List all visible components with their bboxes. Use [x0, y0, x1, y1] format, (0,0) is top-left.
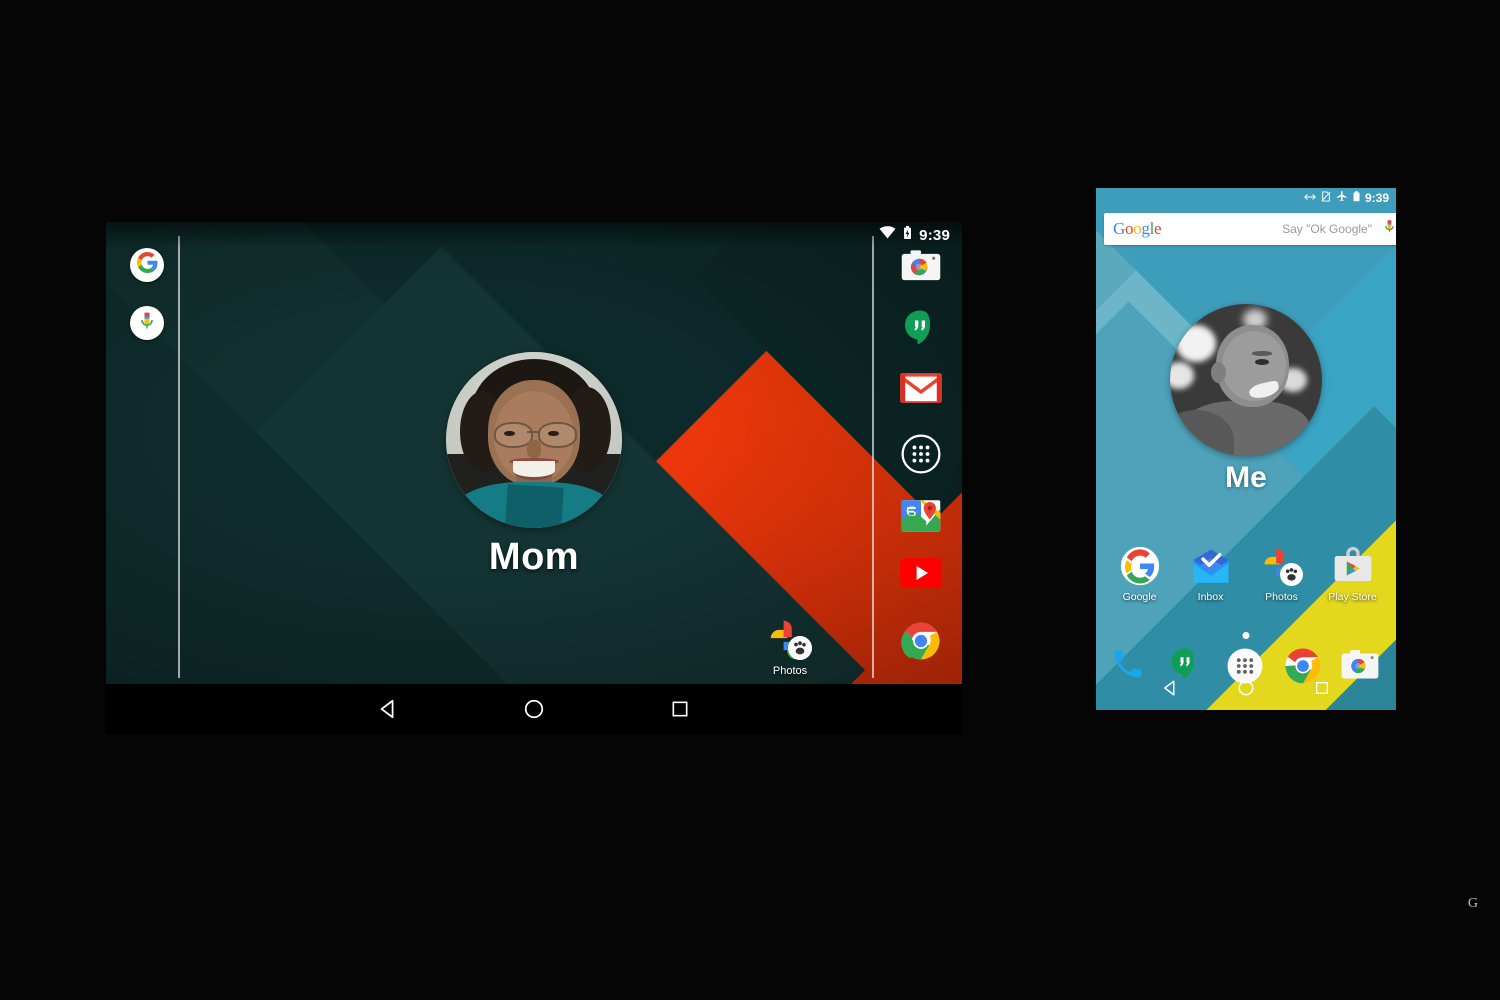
hangouts-app-icon[interactable] — [900, 308, 942, 350]
app-inbox[interactable]: Inbox — [1180, 546, 1242, 603]
recents-square-icon[interactable] — [667, 696, 693, 722]
app-label: Google — [1122, 591, 1157, 603]
back-triangle-icon[interactable] — [1160, 678, 1180, 698]
paw-print-badge-icon — [788, 636, 812, 660]
app-label: Play Store — [1328, 591, 1377, 603]
google-wordmark: Google — [1113, 219, 1162, 238]
youtube-app-icon[interactable] — [900, 557, 942, 600]
right-rail-divider — [872, 236, 874, 678]
contact-name-label: Mom — [488, 536, 580, 578]
play-store-icon — [1332, 546, 1374, 588]
contact-avatar-me[interactable] — [1170, 304, 1322, 456]
app-play-store[interactable]: Play Store — [1322, 546, 1384, 603]
google-g-icon — [1119, 546, 1161, 588]
phone-status-bar: 9:39 — [1096, 188, 1396, 208]
tablet-device-screen: 9:39 Mom Photos G — [106, 222, 962, 684]
app-label: Photos — [1265, 591, 1298, 603]
phone-navigation-bar — [1096, 666, 1396, 710]
search-placeholder-text: Say "Ok Google" — [1282, 222, 1372, 236]
paw-print-badge-icon — [1279, 563, 1303, 586]
home-circle-icon[interactable] — [1236, 678, 1256, 698]
google-search-bar[interactable]: Google Say "Ok Google" — [1104, 213, 1396, 245]
page-indicator-dot[interactable] — [1242, 632, 1250, 639]
inbox-icon — [1190, 546, 1232, 588]
voice-search-button[interactable] — [130, 306, 164, 340]
tablet-navigation-bar — [106, 684, 962, 734]
left-rail-divider — [178, 236, 180, 678]
app-photos[interactable]: Photos — [1251, 546, 1313, 603]
phone-device-screen: 9:39 Google Say "Ok Google" Me Google In… — [1096, 188, 1396, 710]
phone-clock: 9:39 — [1364, 191, 1389, 205]
google-search-button[interactable] — [130, 248, 164, 282]
photos-shortcut-label: Photos — [772, 665, 808, 677]
contact-widget-mom[interactable]: Mom — [404, 352, 664, 579]
google-photos-icon — [768, 618, 812, 662]
battery-icon — [1353, 189, 1360, 207]
photos-shortcut[interactable]: Photos — [754, 618, 826, 677]
tablet-clock: 9:39 — [919, 226, 950, 244]
usb-transfer-icon — [1304, 189, 1316, 207]
home-circle-icon[interactable] — [521, 696, 547, 722]
app-label: Inbox — [1197, 591, 1224, 603]
no-sim-icon — [1321, 189, 1331, 207]
maps-app-icon[interactable]: G — [900, 495, 942, 537]
phone-app-row: Google Inbox Photos Play Store — [1096, 546, 1396, 603]
microphone-icon — [137, 311, 157, 336]
svg-text:G: G — [906, 504, 917, 520]
google-photos-icon — [1261, 546, 1303, 588]
app-drawer-icon[interactable] — [900, 433, 942, 475]
google-g-icon — [136, 252, 158, 278]
wifi-icon — [879, 226, 896, 244]
camera-app-icon[interactable] — [900, 246, 942, 288]
battery-charging-icon — [903, 225, 912, 245]
tablet-app-dock: G — [892, 236, 950, 672]
app-google[interactable]: Google — [1109, 546, 1171, 603]
tablet-status-bar: 9:39 — [106, 222, 962, 248]
back-triangle-icon[interactable] — [375, 696, 401, 722]
recents-square-icon[interactable] — [1312, 678, 1332, 698]
microphone-icon[interactable] — [1382, 219, 1396, 239]
contact-name-label: Me — [1225, 461, 1267, 494]
airplane-mode-icon — [1336, 189, 1348, 207]
contact-widget-me[interactable]: Me — [1096, 304, 1396, 495]
chrome-app-icon[interactable] — [900, 620, 942, 662]
gmail-app-icon[interactable] — [900, 371, 942, 413]
watermark-logo: G — [1467, 896, 1478, 911]
contact-avatar-mom[interactable] — [446, 352, 622, 528]
